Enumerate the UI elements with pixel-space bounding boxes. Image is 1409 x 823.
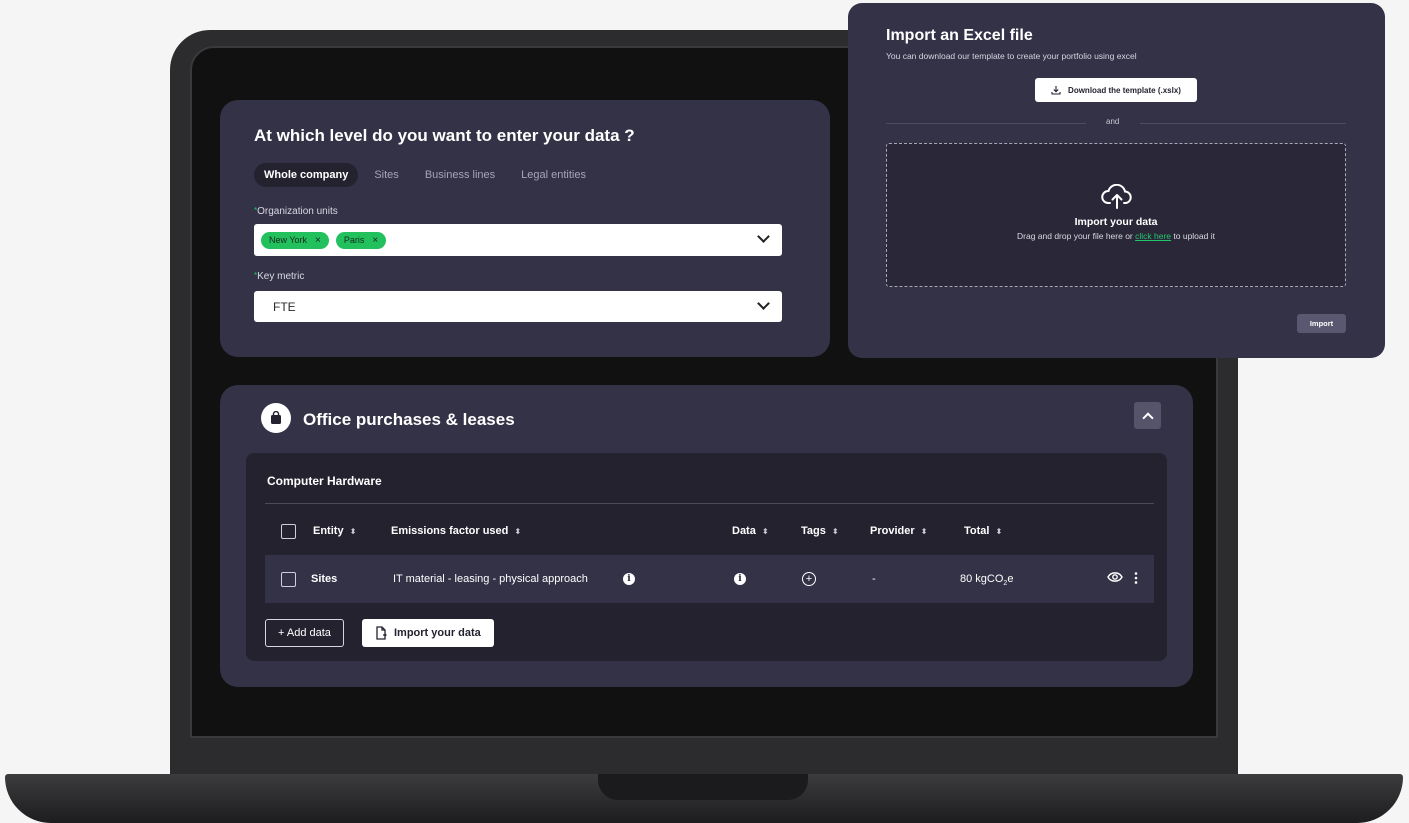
import-button[interactable]: Import	[1297, 314, 1346, 333]
tab-business-lines[interactable]: Business lines	[415, 163, 505, 187]
import-data-button[interactable]: Import your data	[362, 619, 494, 647]
cell-emissions-factor: IT material - leasing - physical approac…	[393, 573, 588, 585]
tab-whole-company[interactable]: Whole company	[254, 163, 359, 187]
sort-icon: ⬍	[761, 526, 769, 536]
eye-icon[interactable]	[1107, 571, 1123, 586]
chevron-down-icon[interactable]	[757, 230, 770, 243]
click-here-link[interactable]: click here	[1135, 231, 1171, 241]
download-template-button[interactable]: Download the template (.xslx)	[1035, 78, 1197, 102]
download-icon	[1051, 86, 1061, 95]
col-label: Provider	[870, 525, 915, 537]
level-title: At which level do you want to enter your…	[254, 126, 635, 145]
file-dropzone[interactable]: Import your data Drag and drop your file…	[886, 143, 1346, 287]
divider-right	[1140, 123, 1346, 124]
chip-label: New York	[269, 235, 308, 245]
total-value: 80 kgCO	[960, 573, 1004, 585]
file-import-icon	[376, 626, 387, 640]
chevron-up-icon	[1141, 411, 1154, 424]
dropzone-text-after: to upload it	[1171, 231, 1215, 241]
laptop-notch	[598, 774, 808, 800]
select-all-checkbox[interactable]	[281, 524, 296, 539]
tab-legal-entities[interactable]: Legal entities	[511, 163, 596, 187]
col-data[interactable]: Data ⬍	[732, 525, 769, 537]
dropzone-title: Import your data	[1074, 216, 1158, 228]
office-card: Office purchases & leases Computer Hardw…	[220, 385, 1193, 687]
sort-icon: ⬍	[920, 526, 928, 536]
collapse-button[interactable]	[1134, 402, 1161, 429]
sort-icon: ⬍	[995, 526, 1003, 536]
key-metric-value: FTE	[273, 299, 296, 314]
cloud-upload-icon	[1101, 184, 1132, 209]
dropzone-text: Drag and drop your file here or click he…	[887, 231, 1345, 241]
cell-provider: -	[872, 573, 876, 585]
section-title: Computer Hardware	[267, 474, 382, 488]
col-label: Total	[964, 525, 990, 537]
add-tag-icon[interactable]: +	[802, 572, 816, 586]
sort-icon: ⬍	[831, 526, 839, 536]
org-units-select[interactable]: New York × Paris ×	[254, 224, 782, 256]
level-tabs: Whole company Sites Business lines Legal…	[254, 163, 596, 187]
popup-title: Import an Excel file	[886, 27, 1033, 44]
cell-total: 80 kgCO2e	[960, 573, 1013, 587]
more-options-icon[interactable]	[1134, 572, 1138, 587]
col-emissions-factor[interactable]: Emissions factor used ⬍	[391, 525, 521, 537]
col-entity[interactable]: Entity ⬍	[313, 525, 356, 537]
chip-remove-icon[interactable]: ×	[372, 235, 378, 246]
org-units-label: *Organization units	[254, 206, 338, 217]
col-provider[interactable]: Provider ⬍	[870, 525, 927, 537]
divider	[265, 503, 1154, 504]
table-row[interactable]: Sites IT material - leasing - physical a…	[265, 555, 1154, 603]
col-label: Emissions factor used	[391, 525, 509, 537]
separator-text: and	[1106, 117, 1120, 126]
col-total[interactable]: Total ⬍	[964, 525, 1002, 537]
level-card: At which level do you want to enter your…	[220, 100, 830, 357]
import-excel-popup: Import an Excel file You can download ou…	[848, 3, 1385, 358]
divider-left	[886, 123, 1086, 124]
popup-subtitle: You can download our template to create …	[886, 51, 1137, 61]
chip-paris: Paris ×	[335, 231, 387, 249]
col-label: Entity	[313, 525, 344, 537]
total-suffix: e	[1007, 573, 1014, 585]
col-label: Data	[732, 525, 756, 537]
col-label: Tags	[801, 525, 826, 537]
data-info-icon[interactable]: i	[734, 572, 746, 585]
download-template-label: Download the template (.xslx)	[1068, 85, 1181, 95]
shopping-bag-icon	[261, 403, 291, 433]
factor-info-icon[interactable]: i	[623, 572, 635, 585]
tab-sites[interactable]: Sites	[364, 163, 408, 187]
dropzone-text-before: Drag and drop your file here or	[1017, 231, 1136, 241]
row-checkbox[interactable]	[281, 572, 296, 587]
chip-label: Paris	[343, 235, 365, 245]
org-units-label-text: Organization units	[257, 206, 338, 217]
computer-hardware-section: Computer Hardware Entity ⬍ Emissions fact…	[246, 453, 1167, 661]
add-data-button[interactable]: + Add data	[265, 619, 344, 647]
sort-icon: ⬍	[349, 526, 357, 536]
chip-new-york: New York ×	[261, 231, 329, 249]
chip-remove-icon[interactable]: ×	[315, 235, 321, 246]
chevron-down-icon[interactable]	[757, 297, 770, 310]
cell-entity: Sites	[311, 573, 338, 585]
key-metric-select[interactable]: FTE	[254, 291, 782, 322]
sort-icon: ⬍	[514, 526, 522, 536]
import-data-label: Import your data	[394, 627, 481, 639]
col-tags[interactable]: Tags ⬍	[801, 525, 839, 537]
key-metric-label-text: Key metric	[257, 271, 305, 282]
office-title: Office purchases & leases	[303, 410, 515, 429]
key-metric-label: *Key metric	[254, 271, 304, 282]
